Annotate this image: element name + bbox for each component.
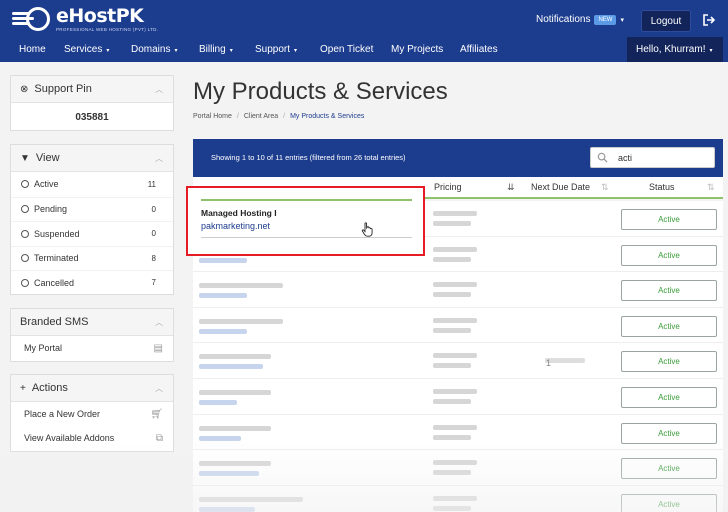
- status-badge[interactable]: Active: [621, 387, 717, 408]
- chevron-down-icon: ▾: [620, 16, 624, 24]
- brand-tagline: PROFESSIONAL WEB HOSTING (PVT) LTD.: [56, 26, 159, 32]
- account-menu[interactable]: Hello, Khurram! ▾: [627, 37, 723, 62]
- panel-header[interactable]: ⊗ Support Pin ︿: [11, 76, 173, 103]
- nav-support[interactable]: Support ▾: [255, 37, 297, 62]
- chevron-down-icon: ▾: [174, 48, 178, 54]
- table-row[interactable]: Active: [193, 272, 723, 308]
- view-filter-terminated[interactable]: Terminated 8: [11, 245, 173, 271]
- nav-affiliates[interactable]: Affiliates: [460, 37, 498, 62]
- my-portal-link[interactable]: My Portal ▤: [11, 336, 173, 360]
- actions-panel: + Actions ︿ Place a New Order 🛒︎ View Av…: [10, 374, 174, 452]
- view-panel: ▼ View ︿ Active 11 Pending 0 Suspended 0 Te…: [10, 144, 174, 295]
- radio-icon: [21, 180, 29, 189]
- place-new-order-link[interactable]: Place a New Order 🛒︎: [11, 402, 173, 426]
- chevron-up-icon: ︿: [155, 154, 163, 163]
- support-pin-panel: ⊗ Support Pin ︿ 035881: [10, 75, 174, 131]
- new-badge: NEW: [594, 14, 617, 25]
- status-badge[interactable]: Active: [621, 209, 717, 230]
- chevron-down-icon: ▾: [709, 48, 713, 54]
- column-pricing[interactable]: Pricing: [434, 182, 462, 192]
- sort-icon[interactable]: ⇅: [601, 182, 609, 193]
- brand-logo[interactable]: eHostPK PROFESSIONAL WEB HOSTING (PVT) L…: [10, 6, 158, 32]
- table-row[interactable]: Active: [193, 379, 723, 415]
- sign-out-icon[interactable]: [702, 13, 716, 27]
- table-toolbar: Showing 1 to 10 of 11 entries (filtered …: [193, 139, 723, 177]
- nav-domains[interactable]: Domains ▾: [131, 37, 177, 62]
- logout-button[interactable]: Logout: [641, 10, 691, 32]
- sort-icon[interactable]: ⇅: [707, 182, 715, 193]
- logo-icon: [10, 6, 56, 32]
- chevron-down-icon: ▾: [294, 48, 298, 54]
- chevron-down-icon: ▾: [106, 48, 110, 54]
- table-row[interactable]: Active: [193, 450, 723, 486]
- table-search[interactable]: [590, 147, 715, 168]
- main-nav: Home Services ▾ Domains ▾ Billing ▾ Support…: [0, 37, 728, 62]
- breadcrumb-client-area[interactable]: Client Area: [244, 113, 278, 120]
- view-filter-cancelled[interactable]: Cancelled 7: [11, 270, 173, 295]
- breadcrumb: Portal Home / Client Area / My Products & Se…: [193, 113, 365, 120]
- panel-header[interactable]: Branded SMS ︿: [11, 309, 173, 336]
- status-badge[interactable]: Active: [621, 280, 717, 302]
- table-row[interactable]: Active: [193, 343, 723, 379]
- nav-billing[interactable]: Billing ▾: [199, 37, 233, 62]
- close-circle-icon: ⊗: [20, 83, 29, 95]
- page-title: My Products & Services: [193, 78, 448, 105]
- status-badge[interactable]: Active: [621, 351, 717, 373]
- brand-name: eHostPK: [56, 4, 144, 27]
- status-badge[interactable]: Active: [621, 493, 717, 512]
- chevron-up-icon: ︿: [155, 85, 163, 94]
- view-addons-link[interactable]: View Available Addons ⧉: [11, 426, 173, 450]
- sort-desc-icon[interactable]: ⇊: [507, 182, 515, 193]
- status-badge[interactable]: Active: [621, 458, 717, 480]
- panel-header[interactable]: + Actions ︿: [11, 375, 173, 402]
- chevron-down-icon: ▾: [229, 48, 233, 54]
- breadcrumb-current: My Products & Services: [290, 113, 365, 120]
- filter-icon: ▼: [20, 152, 30, 164]
- view-filter-suspended[interactable]: Suspended 0: [11, 221, 173, 246]
- branded-sms-panel: Branded SMS ︿ My Portal ▤: [10, 308, 174, 362]
- highlighted-first-row[interactable]: Managed Hosting I pakmarketing.net: [186, 186, 425, 256]
- chevron-up-icon: ︿: [155, 318, 163, 327]
- column-status[interactable]: Status: [649, 182, 675, 192]
- cubes-icon: ⧉: [155, 432, 163, 444]
- next-due-date-partial: 1: [546, 358, 552, 368]
- column-next-due-date[interactable]: Next Due Date: [531, 182, 590, 192]
- radio-icon: [21, 205, 29, 214]
- notifications-label: Notifications: [536, 14, 591, 25]
- nav-services[interactable]: Services ▾: [64, 37, 109, 62]
- notifications-menu[interactable]: Notifications NEW ▾: [536, 14, 624, 25]
- table-row[interactable]: Active: [193, 415, 723, 451]
- status-badge[interactable]: Active: [621, 315, 717, 337]
- product-name: Managed Hosting I: [201, 208, 277, 218]
- table-info: Showing 1 to 10 of 11 entries (filtered …: [211, 153, 406, 162]
- list-icon: ▤: [153, 342, 163, 354]
- chevron-up-icon: ︿: [155, 384, 163, 393]
- status-badge[interactable]: Active: [621, 244, 717, 266]
- search-input[interactable]: [618, 150, 708, 166]
- product-domain-link[interactable]: pakmarketing.net: [201, 221, 270, 231]
- radio-icon: [21, 254, 29, 263]
- table-row[interactable]: Active: [193, 308, 723, 344]
- view-filter-pending[interactable]: Pending 0: [11, 196, 173, 222]
- breadcrumb-portal-home[interactable]: Portal Home: [193, 113, 232, 120]
- search-icon: [597, 152, 608, 163]
- table-row[interactable]: Active: [193, 486, 723, 512]
- view-filter-active[interactable]: Active 11: [11, 172, 173, 197]
- hand-cursor-icon: [361, 222, 373, 237]
- nav-home[interactable]: Home: [19, 37, 46, 62]
- support-pin-value: 035881: [75, 111, 109, 123]
- panel-header[interactable]: ▼ View ︿: [11, 145, 173, 172]
- status-badge[interactable]: Active: [621, 422, 717, 444]
- radio-icon: [21, 278, 29, 287]
- nav-my-projects[interactable]: My Projects: [391, 37, 443, 62]
- radio-icon: [21, 229, 29, 238]
- plus-icon: +: [20, 382, 26, 394]
- nav-open-ticket[interactable]: Open Ticket: [320, 37, 373, 62]
- cart-icon: 🛒︎: [150, 408, 163, 420]
- top-header: eHostPK PROFESSIONAL WEB HOSTING (PVT) L…: [0, 0, 728, 37]
